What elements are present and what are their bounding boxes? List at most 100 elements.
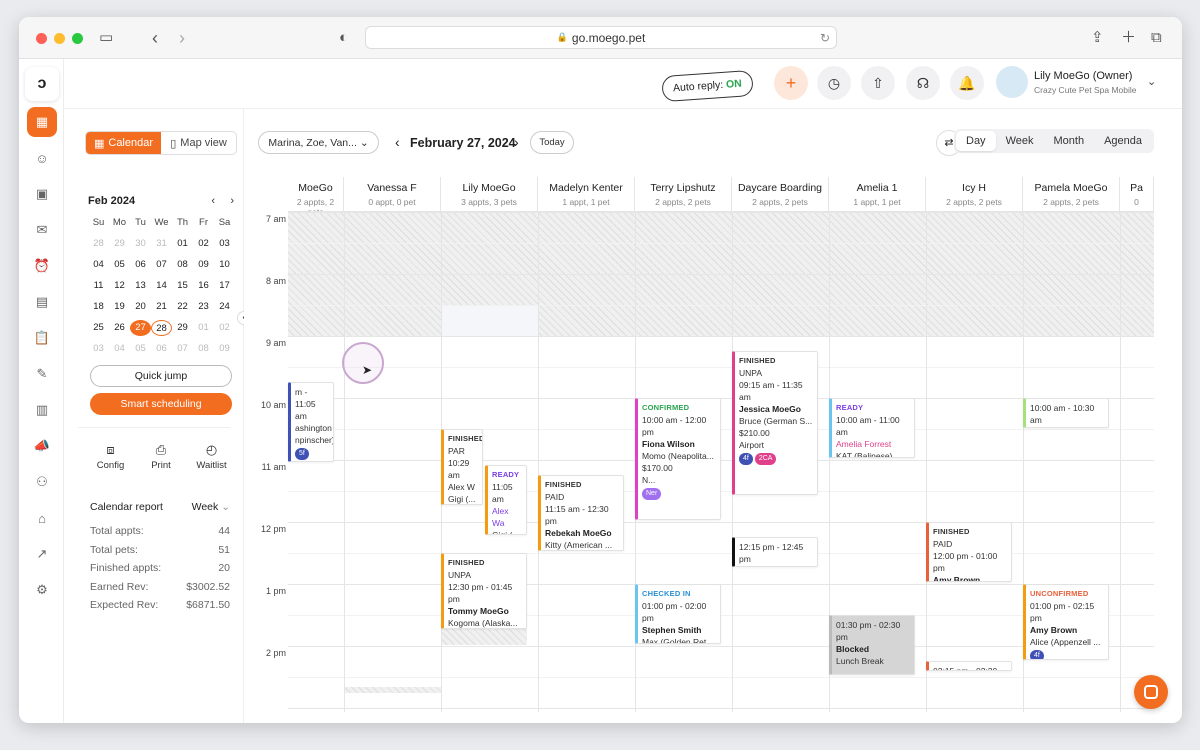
reports-nav-icon[interactable]: ↗ — [27, 539, 57, 569]
mini-calendar-day[interactable]: 06 — [130, 257, 151, 273]
next-day-icon[interactable]: › — [514, 134, 519, 150]
moego-logo[interactable]: ↄ — [25, 67, 59, 101]
new-tab-icon[interactable]: ＋ — [1121, 28, 1136, 48]
mini-calendar-day[interactable]: 09 — [193, 257, 214, 273]
print-button[interactable]: ⎙ Print — [139, 442, 184, 471]
alarm-nav-icon[interactable]: ⏰ — [27, 251, 57, 281]
mini-calendar-day[interactable]: 26 — [109, 320, 130, 336]
report-range-select[interactable]: Week ⌄ — [192, 501, 230, 513]
view-agenda-tab[interactable]: Agenda — [1094, 131, 1152, 151]
mini-calendar-day[interactable]: 17 — [214, 278, 235, 294]
marketing-nav-icon[interactable]: 📣 — [27, 431, 57, 461]
config-button[interactable]: ⧈ Config — [88, 442, 133, 471]
mini-calendar-day[interactable]: 21 — [151, 299, 172, 315]
mini-calendar-day[interactable]: 19 — [109, 299, 130, 315]
mini-calendar-day[interactable]: 06 — [151, 341, 172, 357]
mini-calendar-day[interactable]: 28 — [151, 320, 172, 336]
staff-filter-select[interactable]: Marina, Zoe, Van... ⌄ — [258, 131, 379, 154]
clock-icon[interactable]: ◷ — [817, 66, 851, 100]
mini-calendar-day[interactable]: 09 — [214, 341, 235, 357]
staff-column-header[interactable]: Vanessa F 0 appt, 0 pet — [344, 177, 441, 211]
appointment-card[interactable]: 01:30 pm - 02:30 pm Blocked Lunch Break — [829, 615, 915, 675]
view-week-tab[interactable]: Week — [996, 131, 1044, 151]
mini-calendar-day[interactable]: 08 — [193, 341, 214, 357]
add-button[interactable]: + — [774, 66, 808, 100]
mini-calendar-day[interactable]: 03 — [214, 236, 235, 252]
minimize-window-button[interactable] — [54, 33, 65, 44]
mini-calendar-day[interactable]: 05 — [130, 341, 151, 357]
avatar[interactable] — [996, 66, 1028, 98]
online-booking-nav-icon[interactable]: ▤ — [27, 287, 57, 317]
mini-calendar-day[interactable]: 05 — [109, 257, 130, 273]
staff-column-header[interactable]: Pamela MoeGo 2 appts, 2 pets — [1023, 177, 1120, 211]
quick-jump-button[interactable]: Quick jump — [90, 365, 232, 387]
appointment-card[interactable]: FINISHED UNPA 12:30 pm - 01:45 pm Tommy Moe… — [441, 553, 527, 629]
mini-calendar-day[interactable]: 07 — [172, 341, 193, 357]
staff-column-header[interactable]: Icy H 2 appts, 2 pets — [926, 177, 1023, 211]
waitlist-button[interactable]: ◴ Waitlist — [189, 442, 234, 471]
appointment-card[interactable]: FINISHED UNPA 09:15 am - 11:35 am Jessica M… — [732, 351, 818, 495]
view-month-tab[interactable]: Month — [1043, 131, 1094, 151]
mini-calendar-day[interactable]: 29 — [109, 236, 130, 252]
mini-calendar-day[interactable]: 08 — [172, 257, 193, 273]
mini-calendar-day[interactable]: 03 — [88, 341, 109, 357]
mini-calendar-day[interactable]: 20 — [130, 299, 151, 315]
mini-calendar-day[interactable]: 02 — [214, 320, 235, 336]
forward-icon[interactable]: › — [179, 28, 185, 48]
staff-column-header[interactable]: Amelia 1 1 appt, 1 pet — [829, 177, 926, 211]
mini-calendar-day[interactable]: 28 — [88, 236, 109, 252]
retail-nav-icon[interactable]: ⌂ — [27, 503, 57, 533]
clipboard-nav-icon[interactable]: 📋 — [27, 323, 57, 353]
mini-calendar-day[interactable]: 31 — [151, 236, 172, 252]
mini-calendar-day[interactable]: 16 — [193, 278, 214, 294]
appointment-card[interactable]: 10:00 am - 10:30 amAlex WashingtonIke (A… — [1023, 398, 1109, 428]
sidebar-toggle-icon[interactable]: ▭ — [99, 28, 113, 48]
smart-scheduling-button[interactable]: Smart scheduling — [90, 393, 232, 415]
calendar-nav-icon[interactable]: ▦ — [27, 107, 57, 137]
map-view-tab[interactable]: ▯ Map view — [161, 132, 236, 154]
appointment-card[interactable]: FINISHED PAID 11:15 am - 12:30 pm Rebekah M… — [538, 475, 624, 551]
shield-icon[interactable]: ◐ — [339, 28, 348, 48]
next-month-icon[interactable]: › — [230, 195, 234, 207]
appointment-card[interactable]: m - 11:05 am ashington npinscher) 5f — [288, 382, 334, 462]
appointment-card[interactable]: FINISHEDPAR10:29 amAlex WGigi (...Kiki (… — [441, 429, 483, 505]
tasks-nav-icon[interactable]: ▣ — [27, 179, 57, 209]
mini-calendar-day[interactable]: 25 — [88, 320, 109, 336]
staff-column-header[interactable]: Pa 0 — [1120, 177, 1154, 211]
mini-calendar-day[interactable]: 15 — [172, 278, 193, 294]
mini-calendar-day[interactable]: 14 — [151, 278, 172, 294]
staff-column-header[interactable]: MoeGo2 appts, 2 pets — [288, 177, 344, 217]
chevron-down-icon[interactable]: ⌄ — [1147, 75, 1156, 88]
mini-calendar-day[interactable]: 04 — [109, 341, 130, 357]
mini-calendar-day[interactable]: 23 — [193, 299, 214, 315]
mini-calendar-day[interactable]: 02 — [193, 236, 214, 252]
chat-support-button[interactable] — [1134, 675, 1168, 709]
appointment-card[interactable]: CONFIRMED 10:00 am - 12:00 pm Fiona Wilson… — [635, 398, 721, 520]
appointment-card[interactable]: CHECKED IN 01:00 pm - 02:00 pm Stephen Smi… — [635, 584, 721, 644]
mini-calendar-day[interactable]: 27 — [130, 320, 151, 336]
messages-nav-icon[interactable]: ✉ — [27, 215, 57, 245]
auto-reply-badge[interactable]: Auto reply: ON — [661, 69, 754, 103]
address-bar[interactable]: 🔒 go.moego.pet ↻ — [365, 26, 837, 49]
headset-icon[interactable]: ☊ — [906, 66, 940, 100]
clients-nav-icon[interactable]: ☺ — [27, 143, 57, 173]
pos-nav-icon[interactable]: ▥ — [27, 395, 57, 425]
appointment-card[interactable]: 02:15 pm - 02:20 pm — [926, 661, 1012, 671]
settings-nav-icon[interactable]: ⚙ — [27, 575, 57, 605]
grid-body[interactable]: m - 11:05 am ashington npinscher) 5f FINISHE… — [288, 211, 1154, 712]
back-icon[interactable]: ‹ — [152, 28, 158, 48]
staff-column-header[interactable]: Terry Lipshutz 2 appts, 2 pets — [635, 177, 732, 211]
upload-icon[interactable]: ⇧ — [861, 66, 895, 100]
share-icon[interactable]: ⇪ — [1091, 28, 1104, 48]
mini-calendar-day[interactable]: 07 — [151, 257, 172, 273]
appointment-card[interactable]: READY11:05 amAlex WaGigi (...Kiki (... — [485, 465, 527, 535]
mini-calendar-day[interactable]: 01 — [172, 236, 193, 252]
maximize-window-button[interactable] — [72, 33, 83, 44]
mini-calendar-day[interactable]: 13 — [130, 278, 151, 294]
close-window-button[interactable] — [36, 33, 47, 44]
prev-month-icon[interactable]: ‹ — [211, 195, 215, 207]
appointment-card[interactable]: FINISHED PAID 12:00 pm - 01:00 pm Amy Brown… — [926, 522, 1012, 582]
bell-icon[interactable]: 🔔 — [950, 66, 984, 100]
calendar-view-tab[interactable]: ▦ Calendar — [86, 132, 161, 154]
mini-calendar-day[interactable]: 22 — [172, 299, 193, 315]
